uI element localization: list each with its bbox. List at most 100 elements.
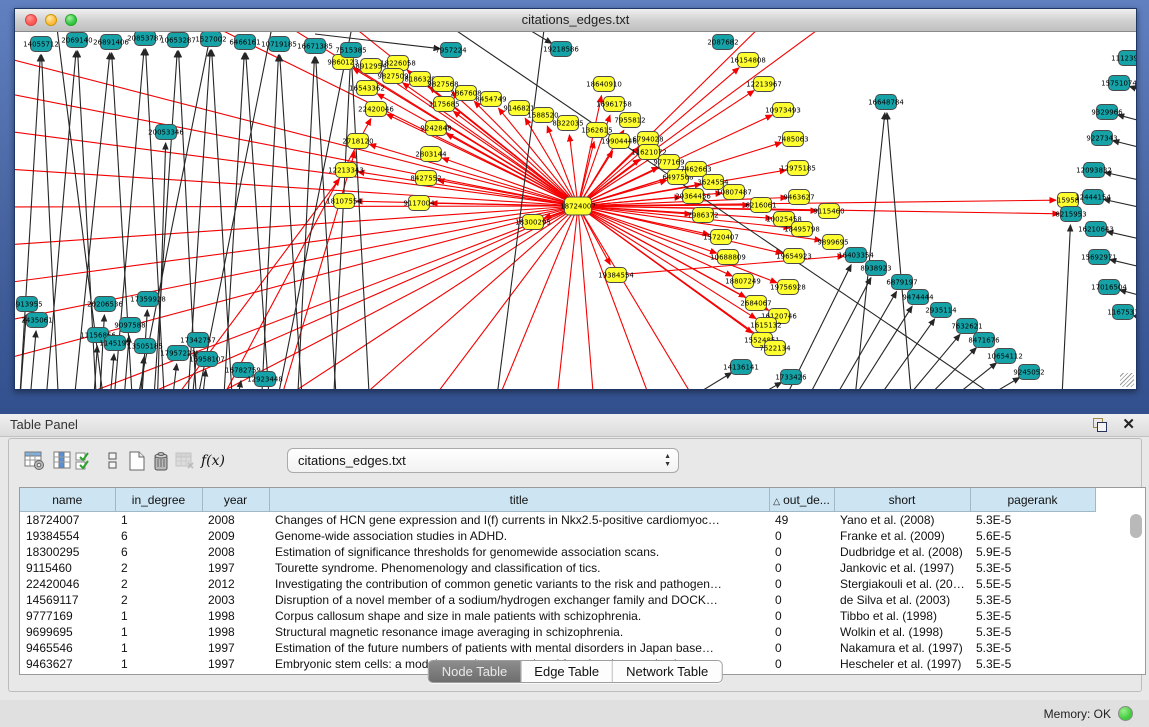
table-cell[interactable]: 9699695 bbox=[20, 624, 115, 640]
select-rows-check-icon[interactable] bbox=[73, 449, 97, 473]
table-cell[interactable]: Tourette syndrome. Phenomenology and cla… bbox=[269, 560, 769, 576]
column-header-outde[interactable]: △out_de... bbox=[769, 488, 834, 512]
table-cell[interactable]: 0 bbox=[769, 592, 834, 608]
table-cell[interactable]: 1997 bbox=[202, 656, 269, 672]
table-cell[interactable]: Franke et al. (2009) bbox=[834, 528, 970, 544]
table-cell[interactable]: 5.9E-5 bbox=[970, 544, 1095, 560]
table-cell[interactable]: 2 bbox=[115, 560, 202, 576]
network-window-titlebar[interactable]: citations_edges.txt bbox=[15, 9, 1136, 32]
float-window-icon[interactable] bbox=[1093, 418, 1107, 432]
table-cell[interactable]: 1 bbox=[115, 512, 202, 529]
row-height-icon[interactable] bbox=[101, 449, 125, 473]
function-builder-icon[interactable]: f(x) bbox=[201, 449, 225, 473]
table-cell[interactable]: 5.3E-5 bbox=[970, 560, 1095, 576]
table-cell[interactable]: 2 bbox=[115, 576, 202, 592]
table-cell[interactable]: 0 bbox=[769, 576, 834, 592]
table-cell[interactable]: 0 bbox=[769, 608, 834, 624]
table-cell[interactable]: 1997 bbox=[202, 560, 269, 576]
table-cell[interactable]: 49 bbox=[769, 512, 834, 529]
table-cell[interactable]: 5.3E-5 bbox=[970, 640, 1095, 656]
delete-table-icon[interactable] bbox=[149, 449, 173, 473]
table-cell[interactable]: 2008 bbox=[202, 512, 269, 529]
table-cell[interactable]: 0 bbox=[769, 544, 834, 560]
table-cell[interactable]: 9463627 bbox=[20, 656, 115, 672]
table-cell[interactable]: Dudbridge et al. (2008) bbox=[834, 544, 970, 560]
network-graph[interactable]: 1872400718300295193845549860123891295418… bbox=[15, 32, 1136, 389]
table-cell[interactable]: 18724007 bbox=[20, 512, 115, 529]
table-cell[interactable]: 0 bbox=[769, 640, 834, 656]
table-row[interactable]: 1456911722003Disruption of a novel membe… bbox=[20, 592, 1095, 608]
table-cell[interactable]: 0 bbox=[769, 656, 834, 672]
table-cell[interactable]: 5.3E-5 bbox=[970, 624, 1095, 640]
table-cell[interactable]: 5.5E-5 bbox=[970, 576, 1095, 592]
table-cell[interactable]: Stergiakouli et al. (2012) bbox=[834, 576, 970, 592]
table-cell[interactable]: 18300295 bbox=[20, 544, 115, 560]
column-header-year[interactable]: year bbox=[202, 488, 269, 512]
table-cell[interactable]: 1 bbox=[115, 608, 202, 624]
table-cell[interactable]: 2008 bbox=[202, 544, 269, 560]
table-cell[interactable]: Tibbo et al. (1998) bbox=[834, 608, 970, 624]
table-row[interactable]: 911546021997Tourette syndrome. Phenomeno… bbox=[20, 560, 1095, 576]
column-header-short[interactable]: short bbox=[834, 488, 970, 512]
table-cell[interactable]: Genome-wide association studies in ADHD. bbox=[269, 528, 769, 544]
column-header-name[interactable]: name bbox=[20, 488, 115, 512]
table-cell[interactable]: Investigating the contribution of common… bbox=[269, 576, 769, 592]
table-cell[interactable]: 9115460 bbox=[20, 560, 115, 576]
table-cell[interactable]: Wolkin et al. (1998) bbox=[834, 624, 970, 640]
table-cell[interactable]: 19384554 bbox=[20, 528, 115, 544]
table-row[interactable]: 1830029562008Estimation of significance … bbox=[20, 544, 1095, 560]
table-cell[interactable]: 14569117 bbox=[20, 592, 115, 608]
close-icon[interactable]: ✕ bbox=[1122, 415, 1135, 433]
tab-node-table[interactable]: Node Table bbox=[429, 661, 521, 682]
table-cell[interactable]: 0 bbox=[769, 528, 834, 544]
table-cell[interactable]: Changes of HCN gene expression and I(f) … bbox=[269, 512, 769, 529]
table-cell[interactable]: 0 bbox=[769, 624, 834, 640]
table-cell[interactable]: 2009 bbox=[202, 528, 269, 544]
table-cell[interactable]: 9777169 bbox=[20, 608, 115, 624]
table-cell[interactable]: Jankovic et al. (1997) bbox=[834, 560, 970, 576]
table-cell[interactable]: Estimation of the future numbers of pati… bbox=[269, 640, 769, 656]
table-row[interactable]: 969969511998Structural magnetic resonanc… bbox=[20, 624, 1095, 640]
table-cell[interactable]: 1 bbox=[115, 624, 202, 640]
column-chooser-icon[interactable] bbox=[51, 449, 75, 473]
table-cell[interactable]: 5.3E-5 bbox=[970, 592, 1095, 608]
new-table-icon[interactable] bbox=[125, 449, 149, 473]
table-cell[interactable]: 6 bbox=[115, 528, 202, 544]
table-cell[interactable]: 5.3E-5 bbox=[970, 656, 1095, 672]
table-cell[interactable]: 1998 bbox=[202, 624, 269, 640]
column-header-pagerank[interactable]: pagerank bbox=[970, 488, 1095, 512]
table-cell[interactable]: Estimation of significance thresholds fo… bbox=[269, 544, 769, 560]
table-row[interactable]: 946554611997Estimation of the future num… bbox=[20, 640, 1095, 656]
table-row[interactable]: 1872400712008Changes of HCN gene express… bbox=[20, 512, 1095, 529]
table-cell[interactable]: 9465546 bbox=[20, 640, 115, 656]
table-cell[interactable]: Yano et al. (2008) bbox=[834, 512, 970, 529]
table-cell[interactable]: 2 bbox=[115, 592, 202, 608]
table-cell[interactable]: 1 bbox=[115, 640, 202, 656]
table-cell[interactable]: 1997 bbox=[202, 640, 269, 656]
table-cell[interactable]: Hescheler et al. (1997) bbox=[834, 656, 970, 672]
table-cell[interactable]: Nakamura et al. (1997) bbox=[834, 640, 970, 656]
table-cell[interactable]: Disruption of a novel member of a sodium… bbox=[269, 592, 769, 608]
memory-ok-indicator-icon[interactable] bbox=[1118, 706, 1133, 721]
table-cell[interactable]: 2012 bbox=[202, 576, 269, 592]
table-row[interactable]: 1938455462009Genome-wide association stu… bbox=[20, 528, 1095, 544]
table-cell[interactable]: Corpus callosum shape and size in male p… bbox=[269, 608, 769, 624]
table-cell[interactable]: 5.6E-5 bbox=[970, 528, 1095, 544]
table-cell[interactable]: 1998 bbox=[202, 608, 269, 624]
table-row[interactable]: 2242004622012Investigating the contribut… bbox=[20, 576, 1095, 592]
table-selector-dropdown[interactable]: citations_edges.txt ▲▼ bbox=[287, 448, 679, 473]
table-cell[interactable]: de Silva et al. (2003) bbox=[834, 592, 970, 608]
table-settings-icon[interactable] bbox=[23, 449, 47, 473]
tab-edge-table[interactable]: Edge Table bbox=[520, 661, 612, 682]
column-header-indegree[interactable]: in_degree bbox=[115, 488, 202, 512]
table-vertical-scrollbar[interactable] bbox=[1130, 514, 1142, 538]
window-resize-grip[interactable] bbox=[1120, 373, 1134, 387]
column-header-title[interactable]: title bbox=[269, 488, 769, 512]
table-cell[interactable]: 6 bbox=[115, 544, 202, 560]
table-cell[interactable]: Structural magnetic resonance image aver… bbox=[269, 624, 769, 640]
table-cell[interactable]: 0 bbox=[769, 560, 834, 576]
tab-network-table[interactable]: Network Table bbox=[612, 661, 721, 682]
table-cell[interactable]: 5.3E-5 bbox=[970, 608, 1095, 624]
table-cell[interactable]: 5.3E-5 bbox=[970, 512, 1095, 529]
table-cell[interactable]: 22420046 bbox=[20, 576, 115, 592]
